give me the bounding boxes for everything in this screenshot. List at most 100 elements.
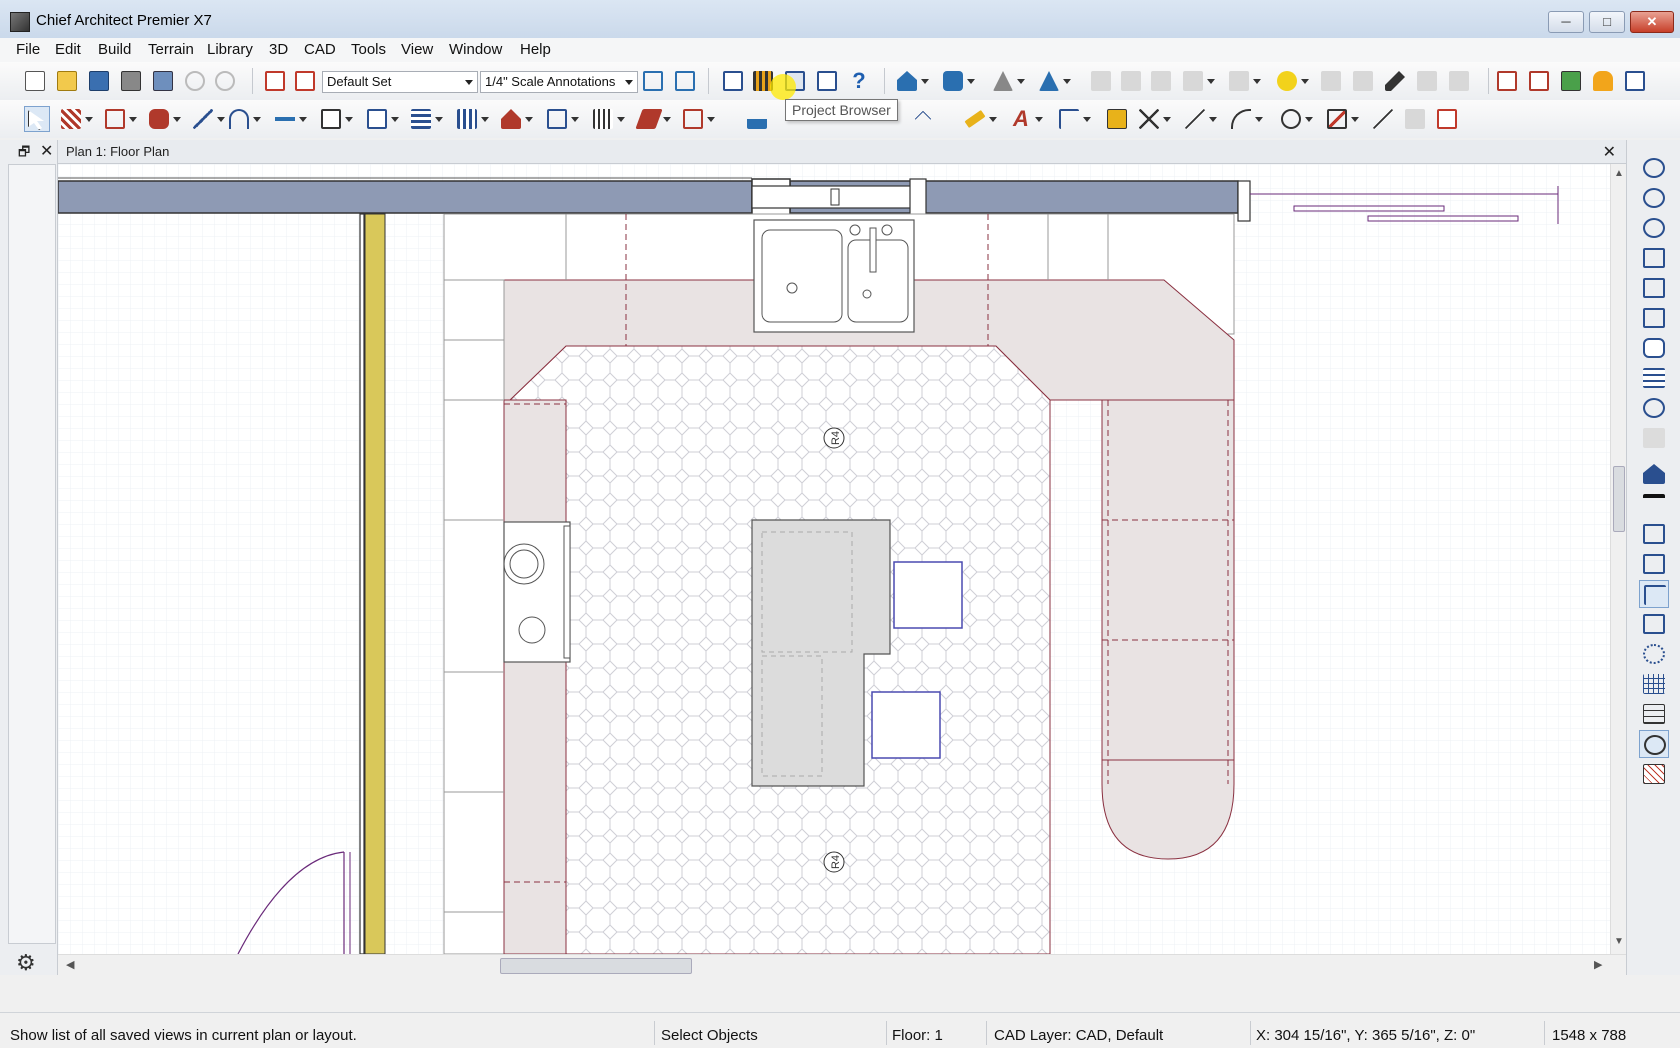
slab-tool-button[interactable]: [744, 106, 770, 132]
help-button[interactable]: ?: [846, 68, 872, 94]
up-level-button[interactable]: [910, 106, 936, 132]
elevation-button[interactable]: [1494, 68, 1520, 94]
undo-button[interactable]: [182, 68, 208, 94]
menu-build[interactable]: Build: [98, 41, 131, 58]
plan-view-button[interactable]: [1639, 460, 1669, 488]
bar-stool-1[interactable]: [893, 561, 963, 629]
redo-button[interactable]: [212, 68, 238, 94]
snap-button[interactable]: [1639, 580, 1669, 608]
menu-library[interactable]: Library: [207, 41, 253, 58]
callout-tool-button[interactable]: [1056, 106, 1091, 132]
interior-wall[interactable]: [359, 213, 365, 954]
vertical-scroll-thumb[interactable]: [1613, 466, 1625, 532]
fence-tool-button[interactable]: [590, 106, 625, 132]
find-button[interactable]: [1639, 550, 1669, 578]
section-button[interactable]: [1526, 68, 1552, 94]
gear-icon[interactable]: ⚙: [16, 950, 36, 976]
terrain-view-button[interactable]: [1558, 68, 1584, 94]
undo-zoom-button[interactable]: [1639, 244, 1669, 272]
close-document-icon[interactable]: ✕: [1603, 142, 1616, 162]
tile-windows-button[interactable]: [1622, 68, 1648, 94]
scroll-left-icon[interactable]: ◀: [66, 958, 74, 971]
dimension-tool-button[interactable]: [190, 106, 225, 132]
disabled-tool-3[interactable]: [1148, 68, 1174, 94]
arc-draw-button[interactable]: [1228, 106, 1263, 132]
menu-3d[interactable]: 3D: [269, 41, 288, 58]
house-tool-button[interactable]: [544, 106, 579, 132]
disabled-tool-10[interactable]: [1402, 106, 1428, 132]
disabled-tool-9[interactable]: [1446, 68, 1472, 94]
annotation-set-select[interactable]: 1/4" Scale Annotations: [480, 71, 638, 93]
disabled-tool-2[interactable]: [1118, 68, 1144, 94]
wall-tool-button[interactable]: [58, 106, 93, 132]
close-window-button[interactable]: ✕: [1630, 11, 1674, 33]
move-up-button[interactable]: [1639, 610, 1669, 638]
zoom-out-button[interactable]: [1639, 214, 1669, 242]
zoom-button[interactable]: [1639, 154, 1669, 182]
framing-tool-button[interactable]: [454, 106, 489, 132]
left-countertop[interactable]: [503, 399, 567, 954]
spline-tool-button[interactable]: [1370, 106, 1396, 132]
pan-button[interactable]: [1639, 334, 1669, 362]
menu-tools[interactable]: Tools: [351, 41, 386, 58]
stairs-tool-button[interactable]: [408, 106, 443, 132]
render-button[interactable]: [1036, 68, 1071, 94]
hatch-button[interactable]: [1639, 760, 1669, 788]
shape-tool-button[interactable]: [680, 106, 715, 132]
disabled-tool-4[interactable]: [1180, 68, 1215, 94]
scroll-right-icon[interactable]: ▶: [1594, 958, 1602, 971]
scroll-up-icon[interactable]: ▲: [1614, 168, 1624, 179]
dock-close-icon[interactable]: ✕: [40, 141, 53, 161]
disabled-tool-8[interactable]: [1414, 68, 1440, 94]
eyedropper-button[interactable]: [1382, 68, 1408, 94]
floor-plan-canvas[interactable]: R4 R4: [58, 164, 1610, 954]
menu-view[interactable]: View: [401, 41, 433, 58]
spiral-button[interactable]: [1639, 640, 1669, 668]
level-button[interactable]: [1639, 490, 1669, 518]
grid-button[interactable]: [1639, 670, 1669, 698]
ruler-tool-button[interactable]: [962, 106, 997, 132]
default-settings-button[interactable]: [640, 68, 666, 94]
layer-set-select[interactable]: Default Set: [322, 71, 478, 93]
layers-button[interactable]: [1639, 364, 1669, 392]
window-tool-button[interactable]: [318, 106, 353, 132]
room-label-2[interactable]: R4: [823, 851, 845, 873]
cad-block-button[interactable]: [1434, 106, 1460, 132]
refresh-button[interactable]: [1639, 394, 1669, 422]
delete-tool-button[interactable]: [1136, 106, 1171, 132]
minimize-button[interactable]: ─: [1548, 11, 1584, 33]
preferences-button[interactable]: [672, 68, 698, 94]
light-button[interactable]: [1274, 68, 1309, 94]
disabled-tool-6[interactable]: [1318, 68, 1344, 94]
document-tab[interactable]: Plan 1: Floor Plan ✕: [58, 140, 1626, 164]
railing-tool-button[interactable]: [102, 106, 137, 132]
arrow-tool-button[interactable]: [1324, 106, 1359, 132]
maximize-button[interactable]: □: [1589, 11, 1625, 33]
horizontal-scrollbar[interactable]: ◀ ▶: [58, 954, 1626, 976]
object-snap-button[interactable]: [1639, 730, 1669, 758]
deck-tool-button[interactable]: [635, 106, 671, 132]
print-button[interactable]: [118, 68, 144, 94]
exterior-wall-left[interactable]: [58, 180, 753, 214]
new-plan-button[interactable]: [22, 68, 48, 94]
menu-edit[interactable]: Edit: [55, 41, 81, 58]
horizontal-scroll-thumb[interactable]: [500, 958, 692, 974]
fill-window-button[interactable]: [1639, 274, 1669, 302]
disabled-tool-5[interactable]: [1226, 68, 1261, 94]
zoom-in-button[interactable]: [1639, 184, 1669, 212]
walkthrough-button[interactable]: [990, 68, 1025, 94]
door-tool-button[interactable]: [364, 106, 399, 132]
text-tool-button[interactable]: A: [1008, 106, 1043, 132]
select-objects-button[interactable]: [24, 106, 50, 132]
disabled-tool-1[interactable]: [1088, 68, 1114, 94]
plan-button[interactable]: [720, 68, 746, 94]
layer-set-button[interactable]: [292, 68, 318, 94]
disabled-right-tool[interactable]: [1639, 424, 1669, 452]
vertical-scrollbar[interactable]: ▲ ▼: [1610, 164, 1626, 954]
print-preview-button[interactable]: [150, 68, 176, 94]
arc-tool-button[interactable]: [226, 106, 261, 132]
float-window-icon[interactable]: 🗗: [18, 143, 30, 165]
room-label-1[interactable]: R4: [823, 427, 845, 449]
energy-button[interactable]: [1590, 68, 1616, 94]
fill-window-all-button[interactable]: [1639, 304, 1669, 332]
